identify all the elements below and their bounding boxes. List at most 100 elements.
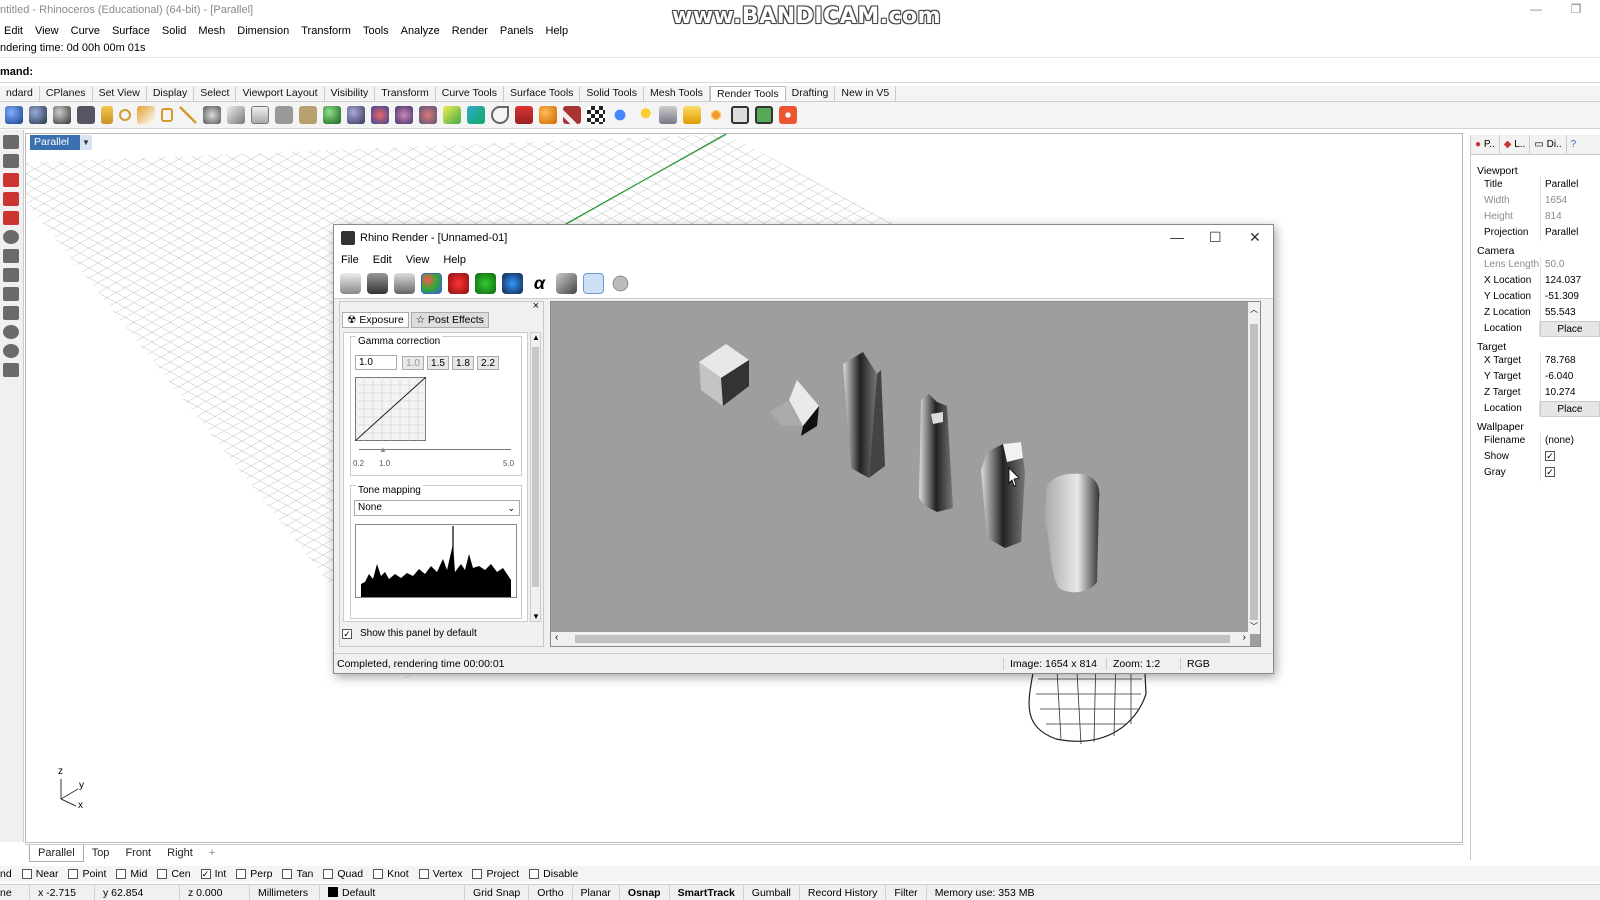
restore-button[interactable]: ❐ [1560, 0, 1592, 20]
tab-drafting[interactable]: Drafting [786, 86, 836, 101]
gamma-preset-1-0[interactable]: 1.0 [402, 355, 424, 370]
osnap-mid[interactable]: Mid [116, 868, 147, 880]
ground-icon[interactable] [3, 154, 19, 168]
osnap-disable[interactable]: Disable [529, 868, 578, 880]
find-icon[interactable] [635, 106, 653, 124]
filename-field[interactable]: (none) [1541, 433, 1574, 449]
export-icon[interactable] [394, 273, 415, 294]
gamma-preset-1-5[interactable]: 1.5 [427, 355, 449, 370]
save-icon[interactable] [367, 273, 388, 294]
tab-display[interactable]: ▭ Di.. [1530, 135, 1567, 154]
show-checkbox[interactable]: ✓ [1545, 451, 1555, 461]
perp-checkbox[interactable] [236, 869, 247, 879]
menu-edit[interactable]: Edit [4, 25, 23, 37]
zoom-icon[interactable] [3, 363, 19, 377]
cube-icon[interactable] [3, 306, 19, 320]
tab-set-view[interactable]: Set View [93, 86, 147, 101]
render-minimize-button[interactable]: — [1170, 229, 1184, 245]
displacement-icon[interactable] [515, 106, 533, 124]
panel-close-icon[interactable]: × [533, 300, 539, 312]
gamma-preset-2-2[interactable]: 2.2 [477, 355, 499, 370]
tab-post-effects[interactable]: ☆ Post Effects [410, 312, 489, 328]
dimension-icon[interactable] [3, 135, 19, 149]
curve-piping-icon[interactable] [491, 106, 509, 124]
rgb-channel-icon[interactable] [421, 273, 442, 294]
environment-editor-icon[interactable] [347, 106, 365, 124]
edit-light-icon[interactable] [251, 106, 269, 124]
render-icon[interactable] [5, 106, 23, 124]
rotate-icon[interactable] [3, 344, 19, 358]
osnap-vertex[interactable]: Vertex [418, 868, 462, 880]
image-hscrollbar[interactable]: ‹ › [551, 632, 1250, 646]
image-vscroll-thumb[interactable] [1250, 324, 1258, 620]
tab-cplanes[interactable]: CPlanes [40, 86, 93, 101]
alpha-channel-icon[interactable]: α [529, 273, 550, 294]
knot-checkbox[interactable] [373, 869, 384, 879]
menu-solid[interactable]: Solid [162, 25, 186, 37]
menu-dimension[interactable]: Dimension [237, 25, 289, 37]
directional-light-icon[interactable] [137, 106, 155, 124]
scroll-left-icon[interactable]: ‹ [555, 632, 558, 643]
vertex-checkbox[interactable] [418, 869, 429, 879]
lasso-icon[interactable] [3, 325, 19, 339]
tab-viewport-layout[interactable]: Viewport Layout [236, 86, 325, 101]
tab-parallel[interactable]: Parallel [29, 845, 84, 862]
current-layer[interactable]: Default [320, 884, 465, 900]
grid-snap-toggle[interactable]: Grid Snap [465, 884, 530, 900]
cplane-indicator[interactable]: ne [0, 884, 30, 900]
viewport-title[interactable]: Parallel ▼ [30, 135, 92, 150]
render-close-button[interactable]: ✕ [1249, 229, 1261, 246]
image-hscroll-thumb[interactable] [575, 635, 1230, 643]
edge-softening-icon[interactable] [563, 106, 581, 124]
vehicle-icon[interactable] [3, 211, 19, 225]
command-line[interactable]: mand: [0, 62, 1600, 83]
osnap-tan[interactable]: Tan [282, 868, 313, 880]
tan-checkbox[interactable] [282, 869, 293, 879]
texture-editor-icon[interactable] [371, 106, 389, 124]
planar-toggle[interactable]: Planar [573, 884, 620, 900]
add-viewport-button[interactable]: + [201, 845, 223, 862]
mid-checkbox[interactable] [116, 869, 127, 879]
panel-scroll-thumb[interactable] [532, 347, 539, 587]
linear-light-icon[interactable] [179, 106, 197, 124]
menu-curve[interactable]: Curve [71, 25, 100, 37]
pencil-icon[interactable] [3, 287, 19, 301]
osnap-end[interactable]: nd [0, 868, 12, 880]
scroll-down-icon[interactable]: ﹀ [1250, 621, 1258, 632]
record-icon[interactable] [779, 106, 797, 124]
tab-right[interactable]: Right [159, 845, 201, 862]
filter-toggle[interactable]: Filter [886, 884, 927, 900]
tab-properties[interactable]: ● P.. [1471, 135, 1500, 154]
disable-checkbox[interactable] [529, 869, 540, 879]
y-target-field[interactable]: -6.040 [1541, 369, 1573, 385]
folder-icon[interactable] [683, 106, 701, 124]
tab-transform[interactable]: Transform [375, 86, 436, 101]
osnap-int[interactable]: ✓ Int [200, 868, 226, 880]
tab-top[interactable]: Top [84, 845, 118, 862]
tab-visibility[interactable]: Visibility [325, 86, 376, 101]
title-field[interactable]: Parallel [1541, 177, 1578, 193]
render-menu-help[interactable]: Help [443, 254, 466, 266]
tab-select[interactable]: Select [194, 86, 237, 101]
near-checkbox[interactable] [21, 869, 32, 879]
tab-surface-tools[interactable]: Surface Tools [504, 86, 581, 101]
smarttrack-toggle[interactable]: SmartTrack [670, 884, 744, 900]
spotlight-icon[interactable] [101, 106, 113, 124]
y-location-field[interactable]: -51.309 [1541, 289, 1579, 305]
panel-scrollbar[interactable]: ▲ ▼ [530, 332, 541, 622]
int-checkbox[interactable]: ✓ [200, 869, 211, 879]
copy-icon[interactable] [340, 273, 361, 294]
stop-render-icon[interactable] [610, 273, 631, 294]
menu-tools[interactable]: Tools [363, 25, 389, 37]
decal-icon[interactable] [395, 106, 413, 124]
osnap-perp[interactable]: Perp [236, 868, 272, 880]
tab-render-tools[interactable]: Render Tools [709, 86, 786, 101]
tree-icon[interactable] [3, 268, 19, 282]
ortho-toggle[interactable]: Ortho [529, 884, 573, 900]
project-checkbox[interactable] [472, 869, 483, 879]
tone-mapping-select[interactable]: None ⌄ [354, 500, 520, 516]
cen-checkbox[interactable] [157, 869, 168, 879]
point-checkbox[interactable] [68, 869, 79, 879]
gumball-toggle[interactable]: Gumball [744, 884, 800, 900]
menu-help[interactable]: Help [546, 25, 569, 37]
